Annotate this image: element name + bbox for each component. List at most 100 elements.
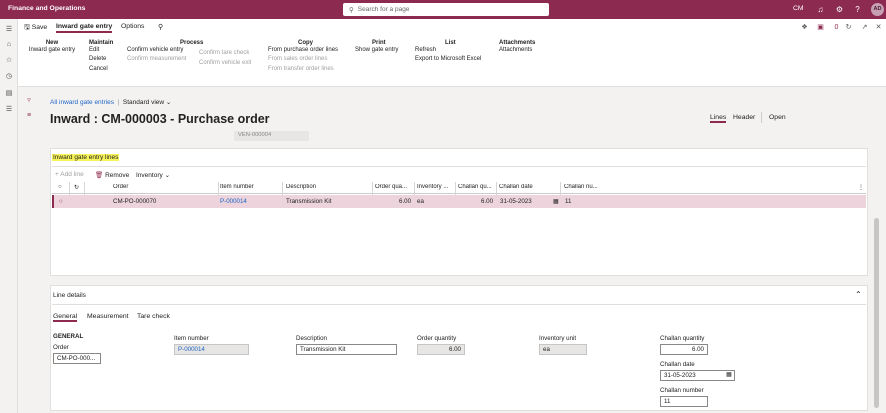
group-attachments: Attachments Attachments xyxy=(499,40,535,55)
more-options-icon[interactable]: ⋮ xyxy=(858,184,864,191)
star-icon[interactable]: ☆ xyxy=(4,56,14,66)
connection-icon[interactable]: ❖ xyxy=(800,23,809,32)
challan-number-label: Challan number xyxy=(660,387,704,394)
calendar-icon[interactable]: ▦ xyxy=(726,371,732,378)
app-title[interactable]: Finance and Operations xyxy=(8,5,85,12)
column-header-order-qty[interactable]: Order qua... xyxy=(375,184,413,190)
tab-inward-gate-entry[interactable]: Inward gate entry xyxy=(56,23,113,33)
new-inward-gate-entry-button[interactable]: Inward gate entry xyxy=(27,46,77,55)
cell-inventory-unit[interactable]: ea xyxy=(417,198,424,205)
clock-icon[interactable]: ◷ xyxy=(4,72,14,82)
column-header-description[interactable]: Description xyxy=(286,184,366,190)
cell-description[interactable]: Transmission Kit xyxy=(286,198,332,205)
column-header-challan-date[interactable]: Challan date xyxy=(499,184,559,190)
cell-challan-qty[interactable]: 6.00 xyxy=(481,198,493,205)
left-nav: ☰ ⌂ ☆ ◷ ▤ ☰ xyxy=(0,19,18,413)
cell-challan-date[interactable]: 31-05-2023 xyxy=(500,198,532,205)
action-pane: 🖫 Save Inward gate entry Options ⚲ New I… xyxy=(18,19,886,87)
challan-date-field[interactable]: 31-05-2023 ▦ xyxy=(660,370,735,381)
search-box[interactable]: ⚲ Search for a page xyxy=(343,3,549,16)
save-button[interactable]: 🖫 Save xyxy=(24,23,47,34)
tab-general[interactable]: General xyxy=(53,313,78,322)
workspace-icon[interactable]: ▤ xyxy=(4,89,14,99)
search-icon: ⚲ xyxy=(349,6,354,14)
challan-quantity-field[interactable]: 6.00 xyxy=(660,344,708,355)
table-row[interactable]: ○ CM-PO-000070 P-000014 Transmission Kit… xyxy=(52,195,866,208)
confirm-tare-check-button[interactable]: Confirm tare check xyxy=(199,49,251,58)
row-select-radio[interactable]: ○ xyxy=(59,198,63,205)
add-line-button[interactable]: + Add line xyxy=(55,171,84,178)
remove-button[interactable]: 🗑 Remove xyxy=(95,171,129,179)
from-purchase-order-lines-button[interactable]: From purchase order lines xyxy=(268,46,338,55)
cell-order[interactable]: CM-PO-000070 xyxy=(113,198,156,205)
challan-quantity-label: Challan quantity xyxy=(660,335,705,342)
close-icon[interactable]: ✕ xyxy=(874,23,883,32)
cancel-button[interactable]: Cancel xyxy=(89,65,113,74)
calendar-icon[interactable]: ▦ xyxy=(553,198,559,205)
trash-icon: 🗑 xyxy=(95,172,104,179)
refresh-icon[interactable]: ↻ xyxy=(844,23,853,32)
top-bar: Finance and Operations ⚲ Search for a pa… xyxy=(0,0,886,19)
tab-lines[interactable]: Lines xyxy=(710,114,727,123)
scrollbar[interactable] xyxy=(874,218,879,408)
column-header-challan-number[interactable]: Challan nu... xyxy=(564,184,624,190)
search-icon[interactable]: ⚲ xyxy=(158,23,163,31)
group-maintain: Maintain Edit Delete Cancel xyxy=(89,40,113,74)
order-quantity-label: Order quantity xyxy=(417,335,457,342)
confirm-vehicle-exit-button[interactable]: Confirm vehicle exit xyxy=(199,59,251,68)
confirm-measurement-button[interactable]: Confirm measurement xyxy=(127,55,203,64)
tab-options[interactable]: Options xyxy=(121,23,144,30)
order-field[interactable]: CM-PO-000... xyxy=(53,353,101,364)
show-gate-entry-button[interactable]: Show gate entry xyxy=(355,46,398,55)
challan-number-field[interactable]: 11 xyxy=(660,396,708,407)
column-header-inventory-unit[interactable]: Inventory ... xyxy=(417,184,455,190)
confirm-vehicle-entry-button[interactable]: Confirm vehicle entry xyxy=(127,46,203,55)
group-copy: Copy From purchase order lines From sale… xyxy=(268,40,338,74)
gear-icon[interactable]: ⚙ xyxy=(834,4,845,15)
group-title-general: GENERAL xyxy=(53,333,84,340)
hamburger-icon[interactable]: ☰ xyxy=(4,25,14,35)
attachments-button[interactable]: Attachments xyxy=(499,46,535,55)
item-number-field[interactable]: P-000014 xyxy=(174,344,249,355)
cell-challan-number[interactable]: 11 xyxy=(565,198,571,205)
from-sales-order-lines-button[interactable]: From sales order lines xyxy=(268,55,338,64)
lines-icon[interactable]: ≡ xyxy=(24,112,34,122)
inventory-menu[interactable]: Inventory ⌄ xyxy=(136,171,170,179)
lines-section-title[interactable]: Inward gate entry lines xyxy=(52,154,120,161)
from-transfer-order-lines-button[interactable]: From transfer order lines xyxy=(268,65,338,74)
group-process: Process Confirm vehicle entry Confirm me… xyxy=(127,40,203,65)
delete-button[interactable]: Delete xyxy=(89,55,113,64)
refresh-button[interactable]: Refresh xyxy=(415,46,481,55)
tab-tare-check[interactable]: Tare check xyxy=(137,313,170,320)
column-header-order[interactable]: Order xyxy=(113,184,213,190)
view-selector[interactable]: Standard view ⌄ xyxy=(123,99,171,106)
popout-icon[interactable]: ↗ xyxy=(860,23,869,32)
cell-order-qty[interactable]: 6.00 xyxy=(399,198,411,205)
notification-badge[interactable]: 0 xyxy=(832,23,841,32)
avatar[interactable]: AD xyxy=(871,3,884,16)
description-field[interactable]: Transmission Kit xyxy=(296,344,397,355)
tab-header[interactable]: Header xyxy=(733,114,755,121)
collapse-icon[interactable]: ⌃ xyxy=(855,290,862,299)
challan-date-value: 31-05-2023 xyxy=(664,372,696,379)
refresh-icon[interactable]: ↻ xyxy=(74,184,79,191)
inventory-label: Inventory xyxy=(136,172,163,179)
breadcrumb-link[interactable]: All inward gate entries xyxy=(50,99,114,106)
list-icon[interactable]: ☰ xyxy=(4,105,14,115)
column-header-item-number[interactable]: Item number xyxy=(220,184,280,190)
tab-measurement[interactable]: Measurement xyxy=(87,313,129,320)
company-picker[interactable]: CM xyxy=(793,5,804,12)
filter-icon[interactable]: ▿ xyxy=(24,96,34,106)
description-label: Description xyxy=(296,335,327,342)
export-excel-button[interactable]: Export to Microsoft Excel xyxy=(415,55,481,64)
help-icon[interactable]: ? xyxy=(852,4,863,15)
edit-button[interactable]: Edit xyxy=(89,46,113,55)
home-icon[interactable]: ⌂ xyxy=(4,40,14,50)
column-header-challan-qty[interactable]: Challan qu... xyxy=(458,184,496,190)
line-details-title[interactable]: Line details xyxy=(53,292,86,299)
office-icon[interactable]: ▣ xyxy=(816,23,825,32)
order-quantity-field: 6.00 xyxy=(417,344,465,355)
select-all-checkbox[interactable]: ○ xyxy=(58,184,62,190)
bell-icon[interactable]: ♫ xyxy=(815,4,826,15)
cell-item-number[interactable]: P-000014 xyxy=(220,198,247,205)
